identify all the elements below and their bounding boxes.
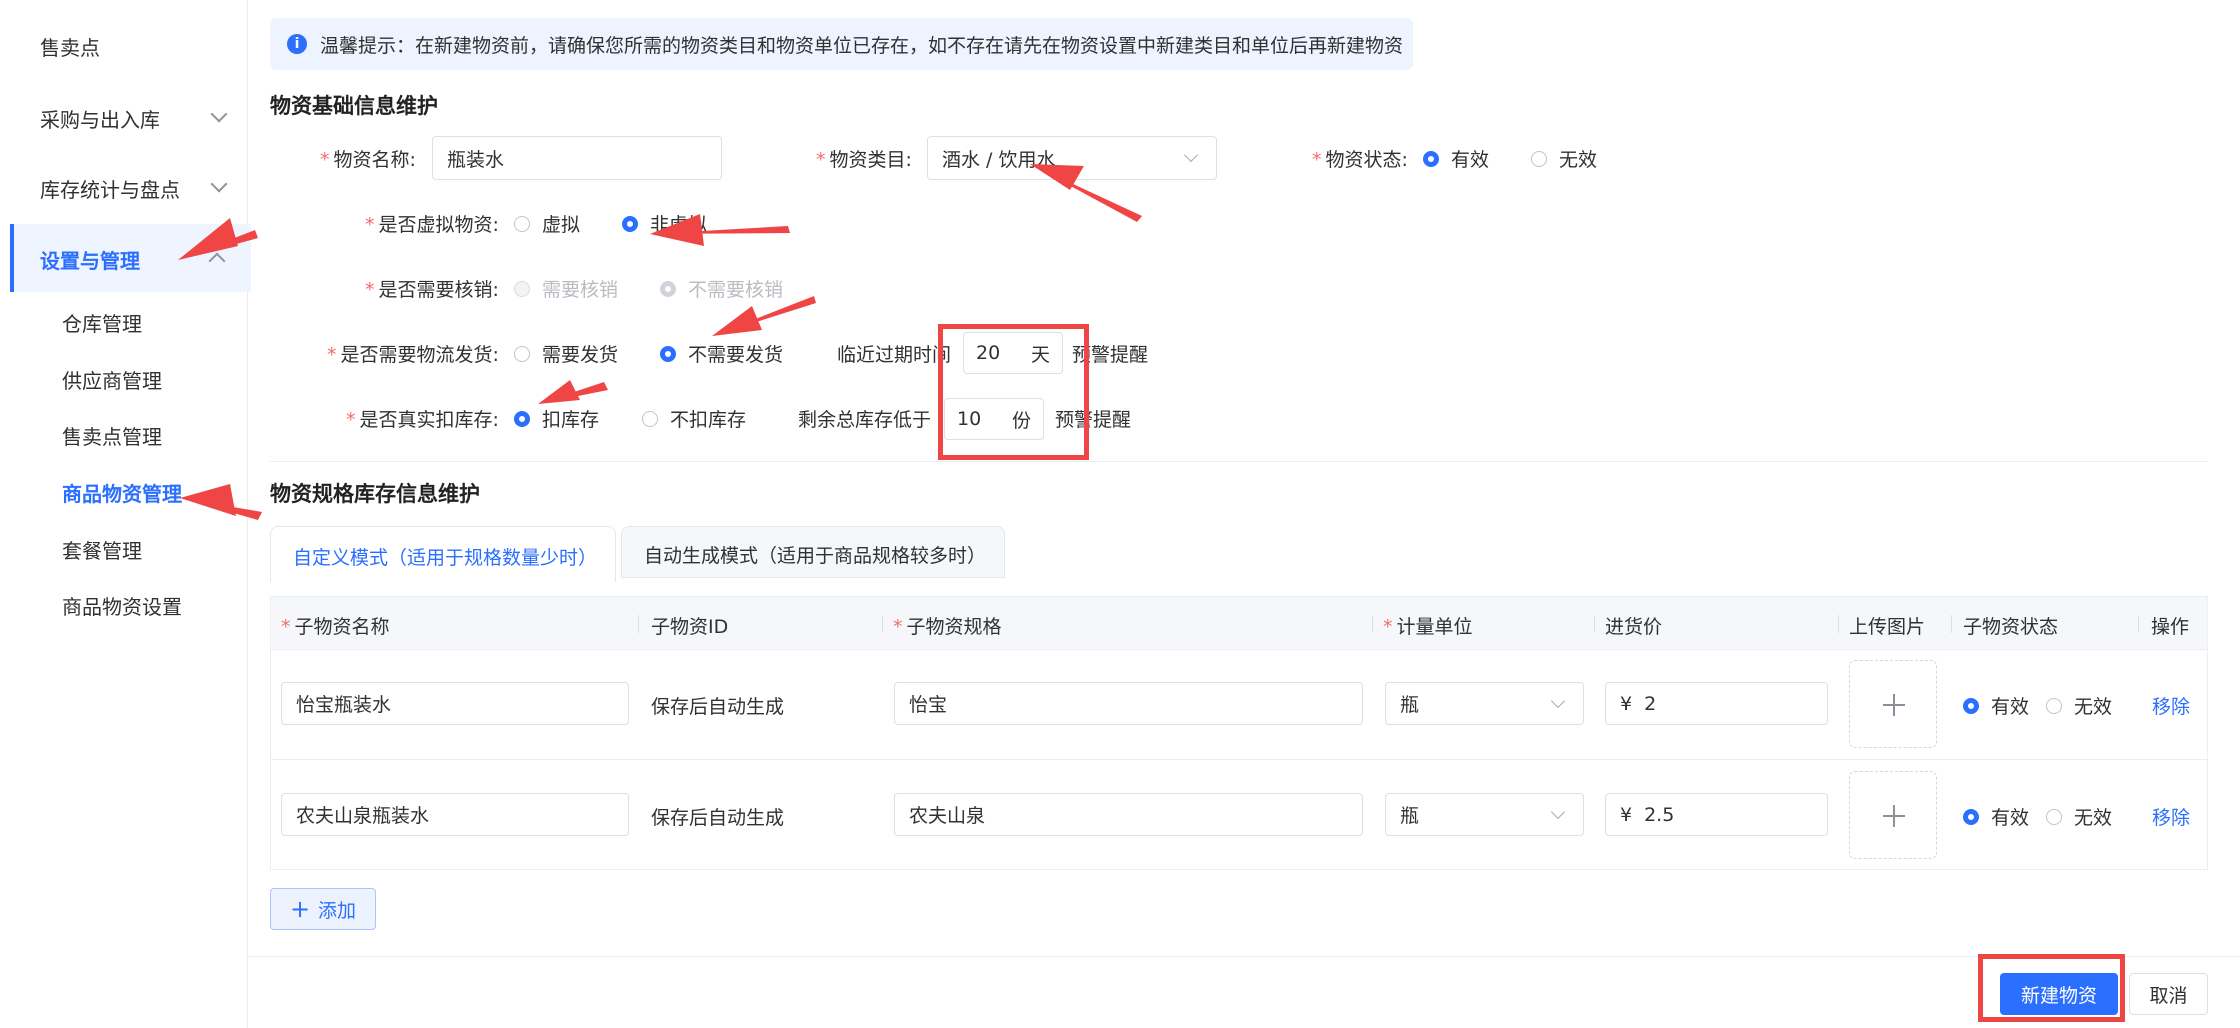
annotation-box-create-button — [1978, 954, 2125, 1022]
annotation-arrow — [712, 306, 762, 336]
virtual-no-radio[interactable]: 非虚拟 — [622, 210, 707, 237]
spec-info-title: 物资规格库存信息维护 — [270, 482, 480, 506]
th-operation: 操作 — [2151, 616, 2190, 638]
sub-spec-input[interactable]: 怡宝 — [894, 682, 1363, 725]
sub-spec-input[interactable]: 农夫山泉 — [894, 793, 1363, 836]
cancel-button[interactable]: 取消 — [2129, 973, 2208, 1015]
sidebar: 售卖点 采购与出入库 库存统计与盘点 设置与管理 仓库管理 供应商管理 售卖点管… — [0, 0, 251, 1028]
sidebar-item-label: 设置与管理 — [40, 249, 140, 273]
footer-divider — [248, 956, 2240, 957]
col-separator — [1372, 615, 1373, 633]
col-separator — [1594, 615, 1595, 633]
expiry-label: 临近过期时间 — [837, 344, 952, 366]
col-separator — [1951, 615, 1952, 633]
annotation-arrow — [712, 296, 816, 336]
chevron-down-icon — [1183, 147, 1199, 163]
notice-text: 温馨提示：在新建物资前，请确保您所需的物资类目和物资单位已存在，如不存在请先在物… — [320, 35, 1404, 57]
sub-id-text: 保存后自动生成 — [651, 807, 785, 829]
sub-id-text: 保存后自动生成 — [651, 696, 785, 718]
remove-row-link[interactable]: 移除 — [2152, 692, 2190, 719]
unit-select[interactable]: 瓶 — [1385, 682, 1584, 725]
material-name-input[interactable]: 瓶装水 — [432, 136, 722, 180]
verify-label: * 是否需要核销: — [365, 279, 499, 301]
sidebar-item-label: 售卖点管理 — [62, 425, 162, 449]
virtual-yes-radio[interactable]: 虚拟 — [514, 210, 580, 237]
chevron-down-icon — [210, 105, 228, 123]
col-separator — [882, 615, 883, 633]
col-separator — [2138, 615, 2139, 633]
sidebar-item-label: 库存统计与盘点 — [40, 178, 180, 202]
sub-name-input[interactable]: 农夫山泉瓶装水 — [281, 793, 629, 836]
sidebar-item-label: 商品物资设置 — [62, 595, 182, 619]
th-image: 上传图片 — [1849, 616, 1926, 638]
shipping-no-radio[interactable]: 不需要发货 — [660, 340, 783, 367]
sidebar-item-label: 仓库管理 — [62, 312, 142, 336]
material-category-label: * 物资类目: — [816, 149, 912, 171]
th-sub-spec: * 子物资规格 — [893, 616, 1002, 638]
stock-deduct-yes-radio[interactable]: 扣库存 — [514, 405, 599, 432]
remove-row-link[interactable]: 移除 — [2152, 803, 2190, 830]
col-separator — [1838, 615, 1839, 633]
stock-deduct-label: * 是否真实扣库存: — [346, 409, 499, 431]
upload-image-button[interactable] — [1849, 771, 1937, 859]
row-divider — [271, 759, 2207, 760]
sub-status-invalid-radio[interactable]: 无效 — [2046, 803, 2112, 830]
sub-status-valid-radio[interactable]: 有效 — [1963, 692, 2029, 719]
sidebar-item-label: 商品物资管理 — [62, 482, 182, 506]
sub-status-invalid-radio[interactable]: 无效 — [2046, 692, 2112, 719]
section-divider — [270, 461, 2208, 462]
chevron-down-icon — [1550, 804, 1566, 820]
sidebar-item-label: 售卖点 — [40, 36, 100, 60]
stock-deduct-no-radio[interactable]: 不扣库存 — [642, 405, 746, 432]
annotation-arrow — [538, 380, 580, 404]
plus-icon: + — [289, 895, 311, 923]
shipping-yes-radio[interactable]: 需要发货 — [514, 340, 618, 367]
verify-no-radio: 不需要核销 — [660, 275, 783, 302]
th-unit: * 计量单位 — [1383, 616, 1473, 638]
verify-yes-radio: 需要核销 — [514, 275, 618, 302]
th-status: 子物资状态 — [1963, 616, 2059, 638]
price-input[interactable]: ¥2.5 — [1605, 793, 1828, 836]
th-price: 进货价 — [1605, 616, 1663, 638]
info-icon: i — [287, 34, 307, 54]
status-invalid-radio[interactable]: 无效 — [1531, 145, 1597, 172]
shipping-label: * 是否需要物流发货: — [327, 344, 499, 366]
material-status-label: * 物资状态: — [1312, 149, 1408, 171]
sidebar-item-label: 供应商管理 — [62, 369, 162, 393]
unit-select[interactable]: 瓶 — [1385, 793, 1584, 836]
th-sub-name: * 子物资名称 — [281, 616, 390, 638]
sidebar-item-label: 采购与出入库 — [40, 108, 160, 132]
price-input[interactable]: ¥2 — [1605, 682, 1828, 725]
sub-status-valid-radio[interactable]: 有效 — [1963, 803, 2029, 830]
chevron-down-icon — [210, 175, 228, 193]
col-separator — [638, 615, 639, 633]
tab-auto-mode[interactable]: 自动生成模式（适用于商品规格较多时） — [621, 526, 1005, 578]
material-category-select[interactable]: 酒水 / 饮用水 — [927, 136, 1217, 180]
sidebar-item-label: 套餐管理 — [62, 539, 142, 563]
notice-bar: i 温馨提示：在新建物资前，请确保您所需的物资类目和物资单位已存在，如不存在请先… — [270, 18, 1413, 70]
tab-custom-mode[interactable]: 自定义模式（适用于规格数量少时） — [270, 526, 616, 582]
add-row-button[interactable]: + 添加 — [270, 888, 376, 930]
chevron-down-icon — [1550, 693, 1566, 709]
status-valid-radio[interactable]: 有效 — [1423, 145, 1489, 172]
upload-image-button[interactable] — [1849, 660, 1937, 748]
basic-info-title: 物资基础信息维护 — [270, 94, 438, 118]
sub-name-input[interactable]: 怡宝瓶装水 — [281, 682, 629, 725]
low-stock-label: 剩余总库存低于 — [798, 409, 932, 431]
annotation-box-warning-inputs — [938, 324, 1089, 460]
material-name-label: * 物资名称: — [320, 149, 416, 171]
annotation-arrow — [538, 382, 608, 404]
virtual-label: * 是否虚拟物资: — [365, 214, 499, 236]
th-sub-id: 子物资ID — [651, 616, 729, 638]
